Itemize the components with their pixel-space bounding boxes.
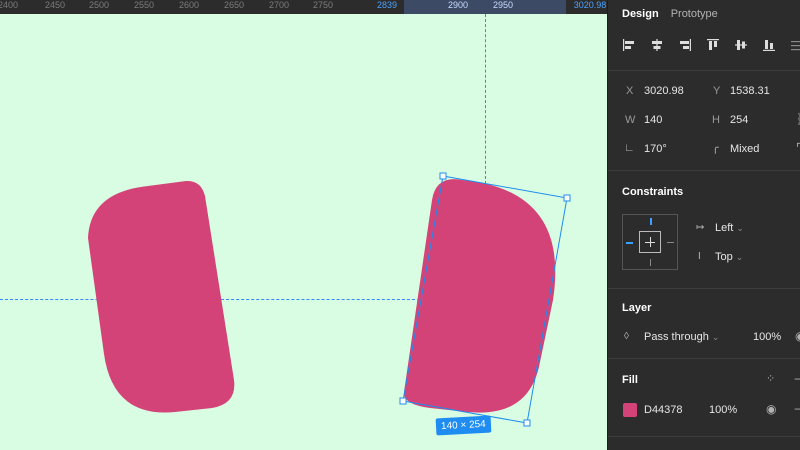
divider xyxy=(608,70,800,71)
canvas[interactable]: 2400 2450 2500 2550 2600 2650 2700 2750 … xyxy=(0,0,607,450)
fill-visibility-eye-icon[interactable]: ◉ xyxy=(766,403,776,415)
remove-fill-icon[interactable]: − xyxy=(794,403,800,415)
divider xyxy=(608,288,800,289)
canvas-shapes xyxy=(88,172,571,427)
y-input[interactable]: 1538.31 xyxy=(730,85,770,97)
chevron-down-icon: ⌄ xyxy=(736,223,744,233)
panel-tabs: Design Prototype xyxy=(622,8,718,20)
corner-radius-icon: ╭ xyxy=(712,142,719,154)
visibility-eye-icon[interactable]: ◉ xyxy=(795,330,800,342)
rotation-input[interactable]: 170° xyxy=(644,143,667,155)
h-label: H xyxy=(712,114,720,126)
left-shape[interactable] xyxy=(88,180,235,413)
constraints-title: Constraints xyxy=(622,186,684,198)
w-label: W xyxy=(625,114,636,126)
align-left-icon[interactable] xyxy=(622,38,636,52)
divider xyxy=(608,170,800,171)
resize-handle xyxy=(439,172,447,180)
selected-shape[interactable] xyxy=(399,172,571,427)
vertical-constraint-icon: I xyxy=(698,251,701,262)
x-input[interactable]: 3020.98 xyxy=(644,85,684,97)
align-vertical-center-icon[interactable] xyxy=(734,38,748,52)
w-input[interactable]: 140 xyxy=(644,114,662,126)
y-label: Y xyxy=(713,85,721,97)
size-badge: 140 × 254 xyxy=(435,415,492,436)
rotation-icon: ∟ xyxy=(624,142,635,154)
constraint-top[interactable] xyxy=(650,218,652,225)
resize-handle xyxy=(523,419,531,427)
fill-title: Fill xyxy=(622,374,638,386)
chevron-down-icon: ⌄ xyxy=(735,252,744,262)
add-fill-icon[interactable]: − xyxy=(794,373,800,385)
align-right-icon[interactable] xyxy=(678,38,692,52)
divider xyxy=(608,358,800,359)
constraint-bottom[interactable] xyxy=(650,259,651,266)
horizontal-constraint-icon: ↦ xyxy=(696,222,705,233)
resize-handle xyxy=(563,194,571,202)
resize-handle xyxy=(399,397,407,405)
distribute-icon[interactable] xyxy=(790,38,800,52)
blend-mode-select[interactable]: Pass through ⌄ xyxy=(644,331,719,343)
constrain-proportions-icon[interactable]: ⛓ xyxy=(796,113,800,125)
properties-panel: Design Prototype X 3020.98 Y 1538.31 W 1… xyxy=(607,0,800,450)
style-grid-icon[interactable]: ⁘ xyxy=(766,373,775,385)
chevron-down-icon: ⌄ xyxy=(711,332,720,342)
constraint-widget[interactable] xyxy=(622,214,678,270)
x-label: X xyxy=(626,85,634,97)
layer-opacity-input[interactable]: 100% xyxy=(753,331,781,343)
fill-color-swatch[interactable] xyxy=(623,403,637,417)
figma-editor: 2400 2450 2500 2550 2600 2650 2700 2750 … xyxy=(0,0,800,450)
fill-opacity-input[interactable]: 100% xyxy=(709,404,737,416)
layer-title: Layer xyxy=(622,302,652,314)
divider xyxy=(608,436,800,437)
blend-mode-icon: ◊ xyxy=(624,331,629,342)
alignment-toolbar xyxy=(622,38,800,52)
tab-design[interactable]: Design xyxy=(622,8,659,20)
tab-prototype[interactable]: Prototype xyxy=(671,8,718,20)
constraint-left[interactable] xyxy=(626,242,633,244)
constraint-right[interactable] xyxy=(667,242,674,243)
align-top-icon[interactable] xyxy=(706,38,720,52)
align-horizontal-center-icon[interactable] xyxy=(650,38,664,52)
independent-corners-icon[interactable]: ⌜ xyxy=(796,142,800,154)
h-input[interactable]: 254 xyxy=(730,114,748,126)
corner-radius-input[interactable]: Mixed xyxy=(730,143,759,155)
constraint-center[interactable] xyxy=(639,231,661,253)
vertical-constraint-select[interactable]: Top ⌄ xyxy=(715,251,743,263)
align-bottom-icon[interactable] xyxy=(762,38,776,52)
fill-hex-input[interactable]: D44378 xyxy=(644,404,683,416)
horizontal-constraint-select[interactable]: Left ⌄ xyxy=(715,222,744,234)
